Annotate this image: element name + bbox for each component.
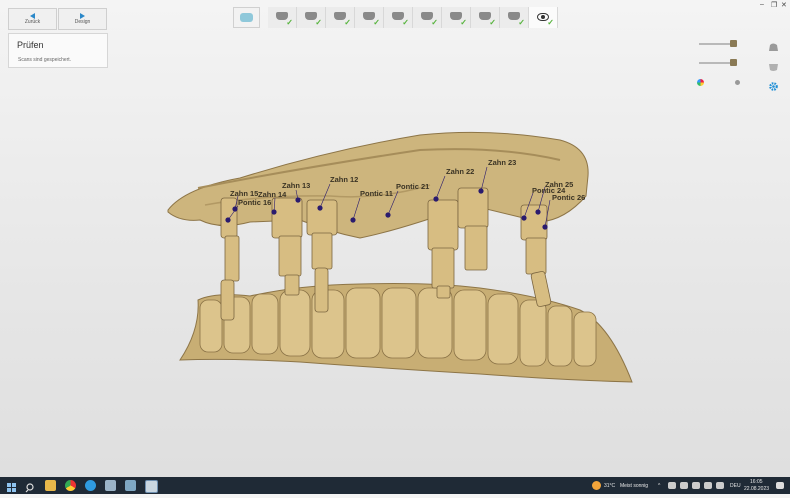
tray-icon[interactable] xyxy=(680,482,688,489)
taskbar: 31°C Meist sonnig ^ DEU 16:05 22.08.2023 xyxy=(0,477,790,494)
dental-model-viewport[interactable]: Zahn 15 Pontic 16 Zahn 14 Zahn 13 Zahn 1… xyxy=(0,0,790,477)
clock-time[interactable]: 16:05 xyxy=(750,479,763,485)
volume-icon[interactable] xyxy=(716,482,724,489)
windows-start-icon[interactable] xyxy=(6,480,17,492)
tooth-label: Pontic 16 xyxy=(238,198,271,207)
tray-icon[interactable] xyxy=(692,482,700,489)
tooth-label: Zahn 15 xyxy=(230,189,258,198)
search-icon[interactable] xyxy=(25,480,36,493)
app-icon[interactable] xyxy=(105,480,116,491)
tray-icon[interactable] xyxy=(668,482,676,489)
input-language[interactable]: DEU xyxy=(730,483,741,489)
tooth-label: Zahn 23 xyxy=(488,158,516,167)
tooth-label: Zahn 14 xyxy=(258,190,287,199)
tooth-label: Pontic 26 xyxy=(552,193,585,202)
tooth-label: Zahn 13 xyxy=(282,181,310,190)
tooth-label: Pontic 21 xyxy=(396,182,429,191)
network-icon[interactable] xyxy=(704,482,712,489)
notification-icon[interactable] xyxy=(776,482,784,489)
scan-app-icon[interactable] xyxy=(145,480,158,493)
weather-condition: Meist sonnig xyxy=(620,483,649,489)
weather-temp: 31°C xyxy=(604,483,616,489)
edge-icon[interactable] xyxy=(85,480,96,491)
weather-sun-icon xyxy=(592,481,601,490)
tooth-label: Pontic 11 xyxy=(360,189,393,198)
clock-date[interactable]: 22.08.2023 xyxy=(744,486,769,492)
show-hidden-icons[interactable]: ^ xyxy=(658,483,660,489)
tooth-label: Zahn 22 xyxy=(446,167,474,176)
app-icon[interactable] xyxy=(125,480,136,491)
tooth-label: Zahn 12 xyxy=(330,175,358,184)
chrome-icon[interactable] xyxy=(65,480,76,491)
file-explorer-icon[interactable] xyxy=(45,480,56,491)
